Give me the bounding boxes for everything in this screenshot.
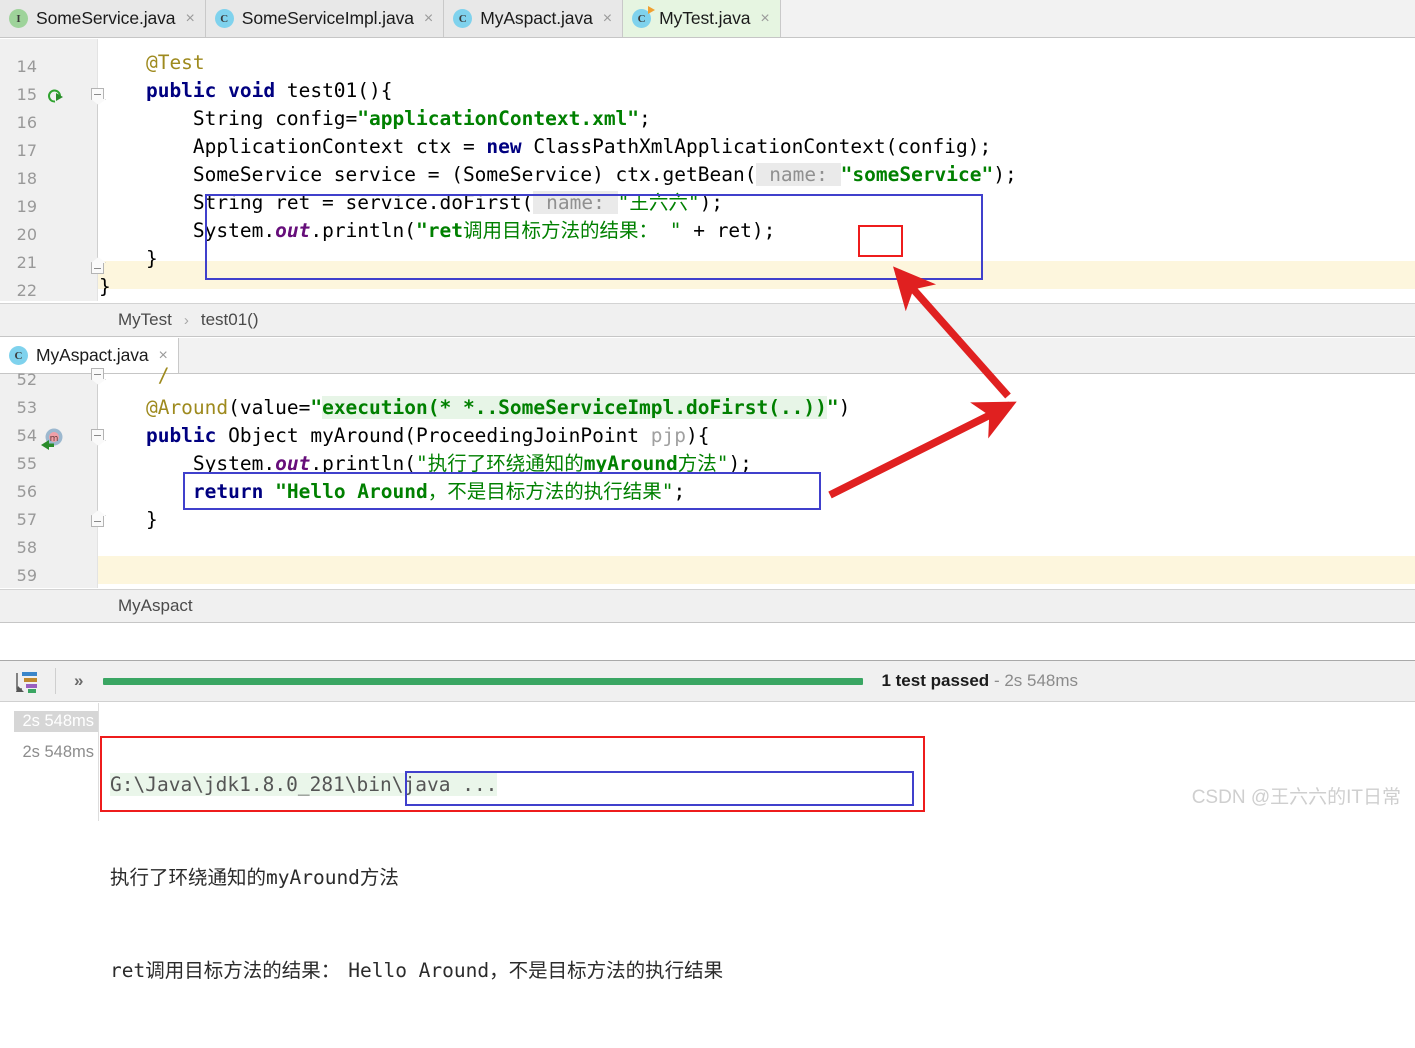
code-line: @Around(value="execution(* *..SomeServic… — [99, 396, 851, 419]
editor-empty-space — [0, 624, 1415, 660]
code-line: System.out.println("ret调用目标方法的结果： " + re… — [99, 219, 776, 242]
console-line: ret调用目标方法的结果： Hello Around，不是目标方法的执行结果 — [110, 955, 723, 986]
csdn-watermark: CSDN @王六六的IT日常 — [1191, 787, 1401, 808]
line-number: 19 — [16, 197, 37, 216]
tab-some-service-impl[interactable]: C SomeServiceImpl.java × — [205, 0, 445, 37]
chevron-right-icon: › — [183, 311, 189, 329]
close-icon[interactable]: × — [424, 10, 433, 27]
line-number: 59 — [16, 566, 37, 585]
console-result-value: Hello Around，不是目标方法的执行结果 — [348, 959, 724, 982]
tab-label: SomeServiceImpl.java — [241, 8, 414, 28]
line-number: 58 — [16, 538, 37, 557]
editor-gutter-bottom[interactable]: 52 53 54 55 56 57 58 59 m — [0, 370, 98, 588]
breadcrumb-class[interactable]: MyAspact — [118, 596, 193, 616]
line-number: 20 — [16, 225, 37, 244]
editor-my-test[interactable]: 14 15 16 17 18 19 20 21 22 @Test public … — [0, 39, 1415, 301]
code-line: ApplicationContext ctx = new ClassPathXm… — [99, 135, 992, 158]
console-command-line: G:\Java\jdk1.8.0_281\bin\java ... — [110, 773, 498, 796]
close-icon[interactable]: × — [603, 10, 612, 27]
tab-label: SomeService.java — [36, 8, 176, 28]
line-number: 22 — [16, 281, 37, 300]
line-number: 56 — [16, 482, 37, 501]
tab-some-service[interactable]: I SomeService.java × — [0, 0, 206, 37]
fold-guide-line — [97, 374, 98, 524]
code-content-my-test[interactable]: @Test public void test01(){ String confi… — [99, 39, 1415, 301]
line-number: 17 — [16, 141, 37, 160]
chevron-double-right-icon[interactable]: » — [56, 671, 99, 691]
close-icon[interactable]: × — [185, 10, 194, 27]
test-progress-bar — [103, 677, 864, 685]
tab-bar-filler — [178, 338, 1415, 373]
editor-my-aspact[interactable]: 52 53 54 55 56 57 58 59 m / @Around(valu — [0, 364, 1415, 588]
line-number: 18 — [16, 169, 37, 188]
console-line: G:\Java\jdk1.8.0_281\bin\java ... — [110, 769, 723, 800]
line-number: 52 — [16, 370, 37, 389]
code-line: System.out.println("执行了环绕通知的myAround方法")… — [99, 452, 752, 475]
console-timestamp: 2s 548ms — [14, 711, 98, 732]
line-number: 54 — [16, 426, 37, 445]
console-result-prefix: ret调用目标方法的结果： — [110, 959, 341, 982]
line-number: 16 — [16, 113, 37, 132]
code-line: String ret = service.doFirst( name: "王六六… — [99, 191, 724, 214]
line-number: 57 — [16, 510, 37, 529]
editor-gutter-top[interactable]: 14 15 16 17 18 19 20 21 22 — [0, 39, 98, 301]
class-icon: C — [214, 9, 234, 28]
run-panel-toolbar: » 1 test passed - 2s 548ms — [0, 660, 1415, 702]
code-line: public void test01(){ — [99, 79, 393, 102]
line-number: 53 — [16, 398, 37, 417]
run-test-gutter-icon[interactable] — [44, 85, 66, 107]
class-icon: C — [9, 346, 28, 365]
editor-tab-bar: I SomeService.java × C SomeServiceImpl.j… — [0, 0, 1415, 38]
svg-text:m: m — [50, 434, 59, 444]
code-line: / — [99, 364, 170, 387]
test-status-duration: 2s 548ms — [1004, 671, 1079, 690]
test-status-text: 1 test passed — [881, 671, 990, 690]
breadcrumb-method[interactable]: test01() — [201, 310, 259, 330]
line-number: 21 — [16, 253, 37, 272]
code-line: } — [99, 508, 158, 531]
ide-window: I SomeService.java × C SomeServiceImpl.j… — [0, 0, 1415, 982]
tab-bar-filler — [780, 0, 1415, 37]
code-line: } — [99, 275, 111, 298]
console-line: 执行了环绕通知的myAround方法 — [110, 866, 399, 889]
editor-tab-bar-split: C MyAspact.java × — [0, 338, 1415, 374]
console-gutter-border — [98, 703, 99, 821]
interface-icon: I — [9, 9, 28, 28]
test-status: 1 test passed - 2s 548ms — [881, 671, 1078, 691]
console-timestamp-gutter: 2s 548ms 2s 548ms — [0, 703, 98, 821]
close-icon[interactable]: × — [760, 10, 769, 27]
aspect-advice-gutter-icon[interactable]: m — [40, 426, 66, 452]
class-runnable-icon: C — [632, 6, 656, 28]
code-line: } — [99, 247, 158, 270]
code-line: public Object myAround(ProceedingJoinPoi… — [99, 424, 710, 447]
breadcrumb-my-test: MyTest › test01() — [0, 303, 1415, 337]
breadcrumb-class[interactable]: MyTest — [118, 310, 172, 330]
code-line: String config="applicationContext.xml"; — [99, 107, 651, 130]
test-status-dash: - — [993, 671, 1000, 690]
line-number: 15 — [16, 85, 37, 104]
code-line: SomeService service = (SomeService) ctx.… — [99, 163, 1017, 186]
test-results-list-icon[interactable] — [0, 668, 55, 694]
tab-label: MyTest.java — [659, 8, 751, 28]
code-line: @Test — [99, 51, 205, 74]
tab-my-test[interactable]: C MyTest.java × — [623, 0, 781, 37]
code-content-my-aspact[interactable]: / @Around(value="execution(* *..SomeServ… — [99, 364, 1415, 588]
fold-guide-line — [97, 91, 98, 267]
console-timestamp: 2s 548ms — [22, 743, 94, 761]
tab-label: MyAspact.java — [480, 8, 593, 28]
line-number: 55 — [16, 454, 37, 473]
console-text: G:\Java\jdk1.8.0_281\bin\java ... 执行了环绕通… — [110, 707, 723, 1048]
breadcrumb-my-aspact: MyAspact — [0, 589, 1415, 623]
tab-my-aspact[interactable]: C MyAspact.java × — [444, 0, 624, 37]
line-number: 14 — [16, 57, 37, 76]
class-icon: C — [453, 9, 473, 28]
code-line: return "Hello Around，不是目标方法的执行结果"; — [192, 480, 686, 503]
